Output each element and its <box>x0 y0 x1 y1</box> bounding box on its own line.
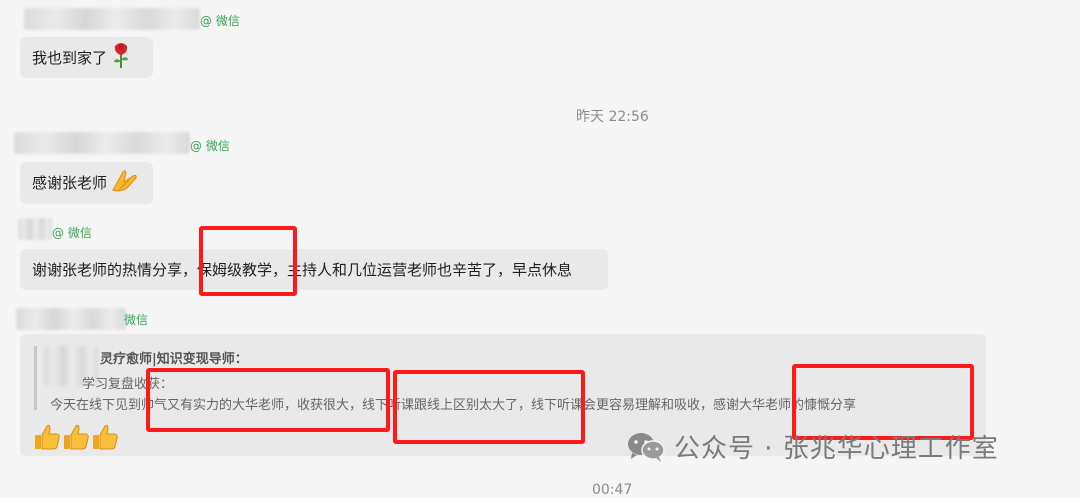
message-text: 感谢张老师 <box>32 174 108 192</box>
watermark-text: 公众号 · 张兆华心理工作室 <box>674 434 999 464</box>
message-bubble[interactable]: 我也到家了 <box>20 37 153 78</box>
message-text: 谢谢张老师的热情分享，保姆级教学，主持人和几位运营老师也辛苦了，早点休息 <box>32 260 573 279</box>
thumbs-up-emoji <box>92 424 119 450</box>
quote-bar <box>34 346 37 410</box>
sender-source-tag: @ 微信 <box>190 139 230 153</box>
wechat-logo-icon <box>626 431 666 463</box>
message-bubble[interactable]: 感谢张老师 <box>20 162 153 204</box>
sender-name-blurred <box>18 218 52 240</box>
rose-emoji <box>111 41 131 75</box>
sender-source-tag: @ 微信 <box>200 14 240 28</box>
highlight-box <box>199 226 297 296</box>
message-text: 我也到家了 <box>32 48 108 67</box>
chat-timestamp: 昨天 22:56 <box>576 109 649 125</box>
highlight-box <box>146 368 390 432</box>
sender-name-blurred <box>24 8 200 30</box>
thumbs-up-emoji <box>34 424 61 450</box>
thumbs-up-emoji <box>63 424 90 450</box>
sender-name-blurred <box>16 308 126 330</box>
quote-author: 灵疗愈师|知识变现导师： <box>100 352 248 367</box>
highlight-box <box>393 370 585 444</box>
praying-hands-emoji <box>111 168 139 198</box>
sender-source-tag: @ 微信 <box>52 226 92 240</box>
chat-timestamp-partial: 00:47 <box>592 482 633 498</box>
message-bubble[interactable]: 谢谢张老师的热情分享，保姆级教学，主持人和几位运营老师也辛苦了，早点休息 <box>20 249 608 290</box>
watermark: 公众号 · 张兆华心理工作室 <box>626 428 999 465</box>
sender-name-blurred <box>14 132 190 154</box>
sender-source-tag: 微信 <box>124 313 149 327</box>
